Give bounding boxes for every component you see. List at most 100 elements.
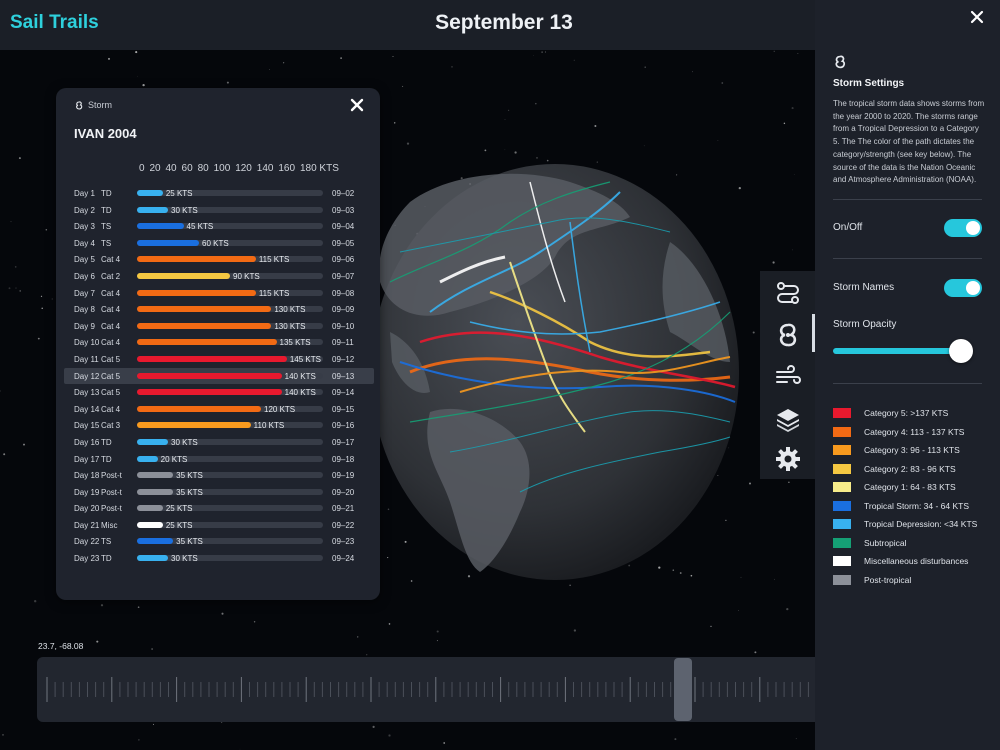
storm-day-row[interactable]: Day 5 Cat 4 115 KTS 09–06 [64,251,374,268]
storm-day-row[interactable]: Day 8 Cat 4 130 KTS 09–09 [64,301,374,318]
storm-day-row[interactable]: Day 20 Post-t 25 KTS 09–21 [64,500,374,517]
wind-speed-bar [137,223,184,230]
globe-map[interactable] [370,162,740,582]
wind-speed-label: 30 KTS [171,554,198,564]
star [402,85,404,87]
day-label: Day 8 [74,305,95,315]
wind-speed-label: 45 KTS [186,222,214,232]
axis-tick-label: 180 KTS [299,163,339,174]
day-label: Day 6 [74,271,95,281]
legend-item: Post-tropical [833,573,993,592]
wind-speed-track [137,289,323,296]
star [137,75,138,77]
layers-icon[interactable] [774,405,802,433]
day-label: Day 5 [74,255,95,265]
timeline-handle[interactable] [673,658,692,721]
storm-day-row[interactable]: Day 6 Cat 2 90 KTS 09–07 [64,268,374,285]
date-label: 09–21 [332,504,355,514]
date-label: 09–19 [332,471,355,481]
wind-speed-bar [137,521,163,528]
star [392,56,394,57]
star [253,621,256,623]
star [710,625,712,628]
category-label: TD [101,205,112,215]
day-label: Day 18 [74,471,100,481]
wind-speed-track [137,555,323,562]
storm-day-row[interactable]: Day 9 Cat 4 130 KTS 09–10 [64,318,374,335]
storm-day-row[interactable]: Day 7 Cat 4 115 KTS 09–08 [64,285,374,302]
legend-label: Category 5: >137 KTS [864,408,949,418]
storm-day-row[interactable]: Day 3 TS 45 KTS 09–04 [64,218,374,235]
day-label: Day 20 [74,504,100,514]
star [40,295,43,297]
axis-tick-label: 0 [139,163,145,174]
wind-speed-bar [137,405,261,412]
wind-speed-bar [137,389,282,396]
wind-speed-bar [137,239,199,246]
star [740,576,742,578]
wind-speed-bar [137,190,163,196]
wind-speed-label: 140 KTS [284,388,316,398]
wind-speed-bar [137,339,277,346]
star [14,266,17,268]
wind-speed-track [137,422,323,429]
storm-day-row[interactable]: Day 21 Misc 25 KTS 09–22 [64,517,374,534]
route-icon[interactable] [774,279,802,307]
wind-speed-bar [137,488,174,495]
wind-speed-track [137,206,323,213]
star [366,654,368,656]
star [514,151,517,154]
storm-panel-header: Storm [75,100,112,110]
close-icon[interactable] [350,98,364,112]
storm-day-row[interactable]: Day 23 TD 30 KTS 09–24 [64,550,374,567]
storm-day-row[interactable]: Day 17 TD 20 KTS 09–18 [64,451,374,468]
date-label: 09–17 [332,437,355,447]
timeline-scrubber[interactable] [37,657,815,722]
axis-tick-label: 40 [165,163,177,174]
storm-names-toggle[interactable] [944,279,982,297]
storm-day-row[interactable]: Day 13 Cat 5 140 KTS 09–14 [64,384,374,401]
storm-day-row[interactable]: Day 1 TD 25 KTS 09–02 [64,185,374,202]
date-label: 09–05 [332,238,355,248]
storm-day-row[interactable]: Day 10 Cat 4 135 KTS 09–11 [64,334,374,351]
star [96,640,99,643]
star [717,140,719,141]
storm-day-row[interactable]: Day 2 TD 30 KTS 09–03 [64,202,374,219]
wind-speed-label: 25 KTS [165,504,193,514]
storm-day-row[interactable]: Day 11 Cat 5 145 KTS 09–12 [64,351,374,368]
star [443,742,446,744]
wind-speed-bar [137,355,287,362]
star [544,51,546,53]
wind-speed-label: 35 KTS [176,537,203,547]
storm-name: IVAN 2004 [74,126,137,141]
storm-opacity-slider[interactable] [833,339,983,363]
storm-day-row[interactable]: Day 22 TS 35 KTS 09–23 [64,533,374,550]
onoff-toggle[interactable] [944,219,982,237]
legend-item: Category 2: 83 - 96 KTS [833,462,993,481]
wind-speed-bar [137,438,168,445]
star [533,55,534,56]
storm-day-row[interactable]: Day 14 Cat 4 120 KTS 09–15 [64,401,374,418]
star [2,734,4,736]
category-legend: Category 5: >137 KTS Category 4: 113 - 13… [833,406,993,591]
storm-day-row[interactable]: Day 19 Post-t 35 KTS 09–20 [64,484,374,501]
storm-day-row[interactable]: Day 4 TS 60 KTS 09–05 [64,235,374,252]
gear-icon[interactable] [774,445,802,473]
toggle-knob [966,221,980,235]
storm-day-row[interactable]: Day 12 Cat 5 140 KTS 09–13 [64,367,374,385]
slider-thumb[interactable] [948,339,973,363]
hurricane-icon[interactable] [774,321,802,349]
date-label: 09–13 [332,371,355,381]
star [451,66,453,68]
day-label: Day 23 [74,554,100,564]
star [748,482,752,485]
storm-day-row[interactable]: Day 15 Cat 3 110 KTS 09–16 [64,417,374,434]
star [269,68,270,70]
wind-icon[interactable] [774,362,802,390]
date-label: 09–16 [332,421,355,431]
close-icon[interactable] [970,10,984,24]
storm-day-row[interactable]: Day 16 TD 30 KTS 09–17 [64,434,374,451]
storm-panel-label: Storm [88,100,113,110]
storm-day-row[interactable]: Day 18 Post-t 35 KTS 09–19 [64,467,374,484]
star [152,723,155,725]
